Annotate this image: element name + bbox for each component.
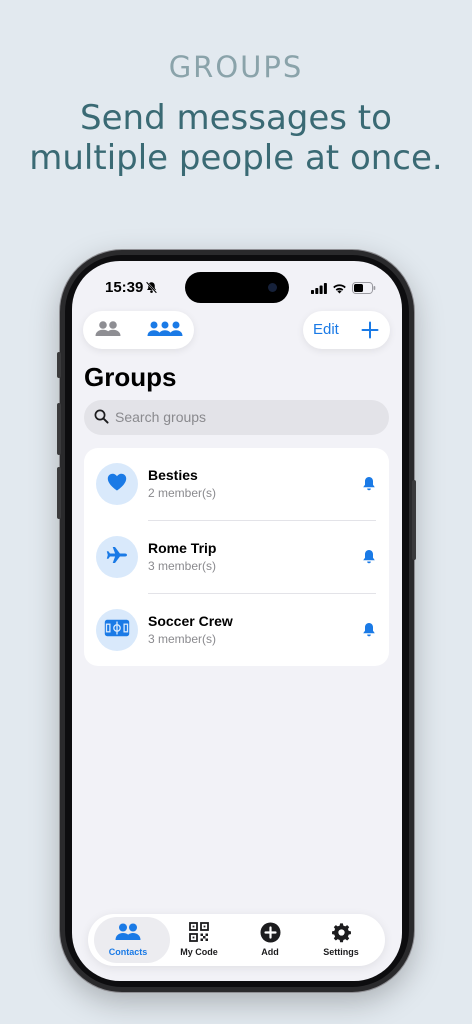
tab-label: My Code <box>180 947 218 957</box>
bell-icon[interactable] <box>362 476 376 497</box>
person-3-icon[interactable] <box>147 320 183 343</box>
heart-icon <box>107 473 127 496</box>
tab-label: Contacts <box>108 947 148 957</box>
search-field[interactable]: Search groups <box>84 400 389 435</box>
tab-bar: Contacts My Code Add Settings <box>88 914 385 966</box>
tab-my-code[interactable]: My Code <box>162 914 236 966</box>
hero-title-line-1: Send messages to <box>80 98 392 138</box>
volume-up-button <box>57 403 61 455</box>
page-title: Groups <box>84 362 177 392</box>
group-members: 2 member(s) <box>148 486 217 500</box>
edit-button[interactable]: Edit <box>313 321 339 338</box>
group-name: Besties <box>148 467 198 483</box>
list-item[interactable]: Besties 2 member(s) <box>84 448 389 521</box>
volume-down-button <box>57 467 61 519</box>
hero-eyebrow: GROUPS <box>168 50 304 84</box>
group-members: 3 member(s) <box>148 559 217 573</box>
groups-list: Besties 2 member(s) Rome Trip 3 member(s… <box>84 448 389 666</box>
hero-title-line-2: multiple people at once. <box>29 138 443 178</box>
group-members: 3 member(s) <box>148 632 217 646</box>
plus-circle-icon <box>260 922 281 944</box>
tab-add[interactable]: Add <box>233 914 307 966</box>
list-item[interactable]: Rome Trip 3 member(s) <box>84 521 389 594</box>
tab-label: Settings <box>323 947 359 957</box>
bell-icon[interactable] <box>362 622 376 643</box>
bell-slash-icon <box>145 281 158 299</box>
tab-label: Add <box>261 947 279 957</box>
view-segmented-control <box>83 311 194 349</box>
status-time: 15:39 <box>105 279 144 296</box>
person-2-icon <box>115 922 141 944</box>
action-button <box>57 352 61 378</box>
gear-icon <box>331 922 352 944</box>
group-avatar <box>96 536 138 578</box>
cellular-signal-icon <box>311 281 327 299</box>
group-avatar <box>96 609 138 651</box>
bell-icon[interactable] <box>362 549 376 570</box>
group-avatar <box>96 463 138 505</box>
search-icon <box>94 409 109 429</box>
hero-title: Send messages to multiple people at once… <box>0 98 472 178</box>
list-item[interactable]: Soccer Crew 3 member(s) <box>84 594 389 667</box>
phone-screen: 15:39 Edit Groups Search groups Besties … <box>72 261 402 981</box>
edit-add-control: Edit <box>303 311 390 349</box>
group-name: Soccer Crew <box>148 613 233 629</box>
status-icons <box>311 281 376 299</box>
tab-settings[interactable]: Settings <box>304 914 378 966</box>
dynamic-island <box>185 272 289 303</box>
soccer-field-icon <box>104 619 130 642</box>
search-placeholder: Search groups <box>115 409 207 425</box>
group-name: Rome Trip <box>148 540 217 556</box>
wifi-icon <box>332 281 347 299</box>
qrcode-icon <box>189 922 209 944</box>
airplane-icon <box>106 546 128 569</box>
plus-icon[interactable] <box>361 321 379 344</box>
tab-contacts[interactable]: Contacts <box>91 914 170 966</box>
camera-icon <box>268 283 277 292</box>
person-2-icon[interactable] <box>95 320 121 343</box>
power-button <box>412 480 416 560</box>
battery-icon <box>352 281 376 299</box>
